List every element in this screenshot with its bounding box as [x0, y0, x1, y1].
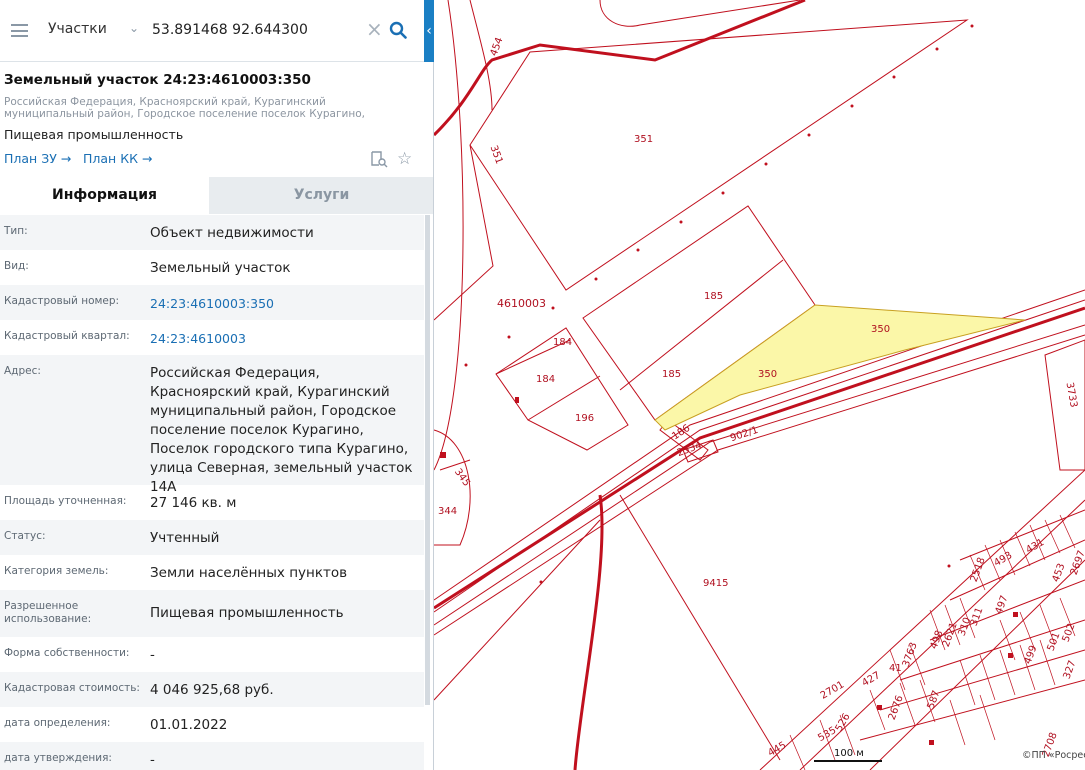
map-label: 41 [889, 663, 902, 674]
map-label: 185 [704, 291, 724, 302]
row-value: Объект недвижимости [150, 225, 314, 241]
row-key: Кадастровый квартал: [4, 330, 130, 342]
parcel-address: Российская Федерация, Красноярский край,… [4, 96, 365, 120]
scale-bar: 100 м [814, 748, 884, 762]
table-row: Статус: Учтенный [0, 520, 424, 555]
search-bar: Участки ⌄ × [0, 0, 424, 62]
chevron-down-icon[interactable]: ⌄ [129, 21, 139, 35]
row-key: Статус: [4, 530, 46, 542]
row-key: Адрес: [4, 365, 41, 377]
info-panel: Участки ⌄ × Земельный участок 24:23:4610… [0, 0, 434, 770]
row-key: дата определения: [4, 717, 111, 729]
map-label: 344 [438, 506, 458, 517]
row-value: - [150, 647, 155, 663]
parcel-use: Пищевая промышленность [4, 127, 184, 142]
table-row: дата определения: 01.01.2022 [0, 707, 424, 742]
map-label: 4610003 [497, 297, 546, 310]
table-row: Адрес: Российская Федерация, Красноярски… [0, 355, 424, 495]
scale-label: 100 м [834, 748, 864, 759]
row-key: Категория земель: [4, 565, 109, 577]
row-key: Форма собственности: [4, 647, 130, 659]
row-value: 01.01.2022 [150, 717, 228, 733]
collapse-panel-button[interactable]: ‹ [424, 0, 434, 62]
layer-select[interactable]: Участки [48, 21, 107, 37]
document-search-icon[interactable] [370, 150, 388, 168]
tab-information[interactable]: Информация [0, 177, 209, 214]
table-row: Вид: Земельный участок [0, 250, 424, 285]
map-label: 184 [536, 374, 556, 385]
row-value: - [150, 752, 155, 768]
row-value: Российская Федерация, Красноярский край,… [150, 365, 413, 495]
parcel-title: Земельный участок 24:23:4610003:350 [4, 72, 311, 88]
tabs: Информация Услуги [0, 177, 433, 214]
row-key: Площадь уточненная: [4, 495, 127, 507]
plan-zu-link[interactable]: План ЗУ → [4, 151, 71, 166]
table-row: Форма собственности: - [0, 637, 424, 672]
table-row: Разрешенное использование: Пищевая промы… [0, 590, 424, 637]
cadastral-number-link[interactable]: 24:23:4610003:350 [150, 294, 420, 313]
copyright-text: ©ПП «Росреестр» [1022, 750, 1085, 761]
row-value: Земли населённых пунктов [150, 565, 348, 581]
row-key: дата утверждения: [4, 752, 112, 764]
table-row: Площадь уточненная: 27 146 кв. м [0, 485, 424, 520]
row-key: Тип: [4, 225, 28, 237]
row-value: Учтенный [150, 530, 220, 546]
table-row: Кадастровый квартал: 24:23:4610003 [0, 320, 424, 355]
search-icon[interactable] [389, 21, 407, 39]
map-label: 351 [634, 134, 654, 145]
row-value: Пищевая промышленность [150, 605, 344, 621]
map-label: 185 [662, 369, 682, 380]
row-key: Вид: [4, 260, 29, 272]
table-row: Кадастровый номер: 24:23:4610003:350 [0, 285, 424, 320]
table-row: Категория земель: Земли населённых пункт… [0, 555, 424, 590]
map-label: 196 [575, 413, 595, 424]
info-table: Тип: Объект недвижимости Вид: Земельный … [0, 215, 424, 770]
row-value: 27 146 кв. м [150, 495, 237, 511]
map-label: 184 [553, 337, 573, 348]
scale-line [814, 760, 882, 762]
row-value: 4 046 925,68 руб. [150, 682, 274, 698]
cadastral-quarter-link[interactable]: 24:23:4610003 [150, 329, 420, 348]
close-icon[interactable]: × [366, 18, 383, 40]
row-key: Кадастровый номер: [4, 295, 120, 307]
plan-kk-link[interactable]: План КК → [83, 151, 152, 166]
map-label: 9415 [703, 578, 729, 589]
tab-services[interactable]: Услуги [209, 177, 433, 214]
table-row: Кадастровая стоимость: 4 046 925,68 руб. [0, 672, 424, 707]
map-label: 350 [758, 369, 778, 380]
scrollbar-thumb[interactable] [425, 215, 430, 705]
map-label: 350 [871, 324, 891, 335]
star-icon[interactable]: ☆ [397, 150, 412, 168]
search-input[interactable] [152, 14, 362, 46]
table-row: Тип: Объект недвижимости [0, 215, 424, 250]
row-key: Кадастровая стоимость: [4, 682, 140, 694]
menu-icon[interactable] [11, 24, 28, 37]
row-key: Разрешенное использование: [4, 600, 92, 625]
table-row: дата утверждения: - [0, 742, 424, 770]
row-value: Земельный участок [150, 260, 291, 276]
